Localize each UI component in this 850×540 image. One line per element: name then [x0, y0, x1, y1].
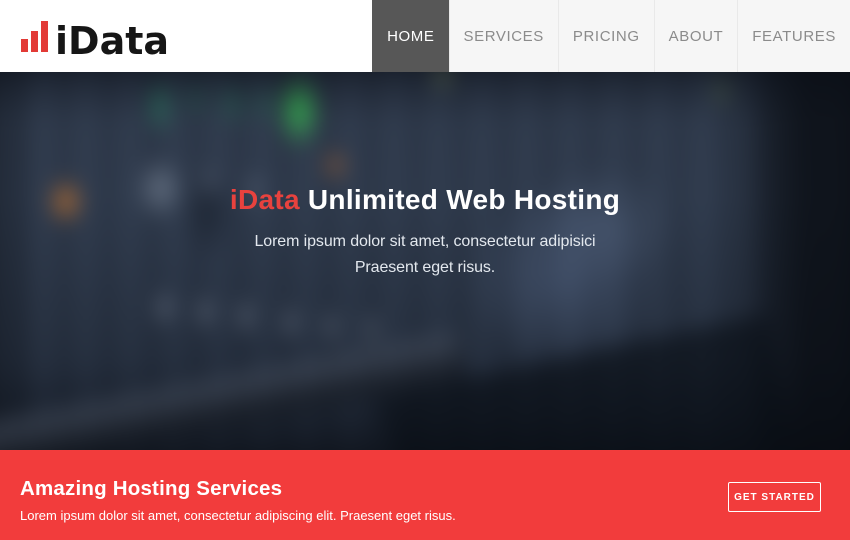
nav-item-home[interactable]: HOME [372, 0, 448, 72]
cta-heading: Amazing Hosting Services [20, 477, 456, 501]
hero-subtitle-line1: Lorem ipsum dolor sit amet, consectetur … [254, 233, 595, 250]
brand-name: iData [55, 26, 169, 58]
bar-chart-icon [21, 21, 48, 52]
hero-content: iData Unlimited Web Hosting Lorem ipsum … [0, 72, 850, 281]
cta-text-block: Amazing Hosting Services Lorem ipsum dol… [20, 477, 456, 523]
brand-logo[interactable]: iData [0, 0, 169, 72]
hero-subtitle: Lorem ipsum dolor sit amet, consectetur … [0, 229, 850, 281]
get-started-button[interactable]: GET STARTED [728, 482, 821, 512]
hero-subtitle-line2: Praesent eget risus. [355, 259, 495, 276]
nav-item-about[interactable]: ABOUT [654, 0, 738, 72]
nav-item-pricing[interactable]: PRICING [558, 0, 654, 72]
main-nav: HOME SERVICES PRICING ABOUT FEATURES [372, 0, 850, 72]
hero-title-accent: iData [230, 184, 300, 215]
cta-description: Lorem ipsum dolor sit amet, consectetur … [20, 508, 456, 523]
nav-item-features[interactable]: FEATURES [737, 0, 850, 72]
cta-bar: Amazing Hosting Services Lorem ipsum dol… [0, 450, 850, 540]
hero-title-rest: Unlimited Web Hosting [300, 184, 620, 215]
header: iData HOME SERVICES PRICING ABOUT FEATUR… [0, 0, 850, 72]
nav-item-services[interactable]: SERVICES [449, 0, 558, 72]
hero-section: iData Unlimited Web Hosting Lorem ipsum … [0, 72, 850, 450]
hero-title: iData Unlimited Web Hosting [0, 184, 850, 216]
page: iData HOME SERVICES PRICING ABOUT FEATUR… [0, 0, 850, 540]
